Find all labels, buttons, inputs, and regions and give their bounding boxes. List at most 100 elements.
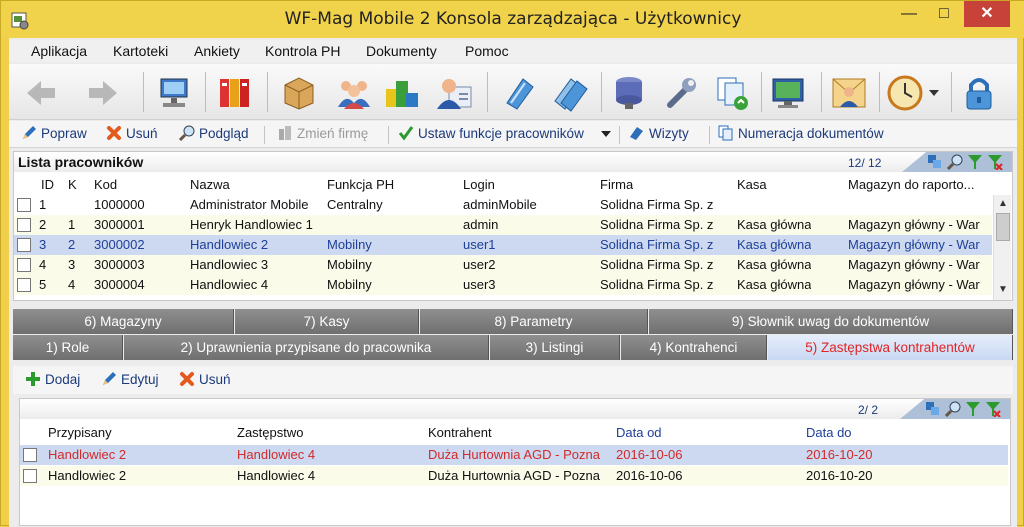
col-k[interactable]: K	[68, 177, 77, 192]
table-row[interactable]: 2 1 3000001 Henryk Handlowiec 1 admin So…	[14, 215, 992, 235]
add-button[interactable]: Dodaj	[25, 371, 80, 391]
cell-przypisany: Handlowiec 2	[48, 468, 127, 483]
title-bar[interactable]: WF-Mag Mobile 2 Konsola zarządzająca - U…	[1, 1, 1024, 38]
tab-listingi[interactable]: 3) Listingi	[490, 335, 620, 360]
filter-icon[interactable]	[965, 401, 981, 417]
col-login[interactable]: Login	[463, 177, 495, 192]
clear-filter-icon[interactable]	[985, 401, 1001, 418]
clock-icon[interactable]	[885, 73, 925, 113]
numbering-button[interactable]: Numeracja dokumentów	[718, 125, 884, 145]
filter-icon[interactable]	[967, 154, 983, 170]
tab-kasy[interactable]: 7) Kasy	[235, 309, 419, 334]
row-checkbox[interactable]	[17, 198, 31, 212]
refresh-icon[interactable]	[927, 154, 943, 170]
menu-aplikacja[interactable]: Aplikacja	[31, 43, 87, 59]
col-nazwa[interactable]: Nazwa	[190, 177, 230, 192]
row-checkbox[interactable]	[17, 258, 31, 272]
tab-kontrahenci[interactable]: 4) Kontrahenci	[621, 335, 767, 360]
delete-button[interactable]: Usuń	[179, 371, 231, 391]
close-button[interactable]: ✕	[964, 1, 1010, 27]
refresh-icon[interactable]	[925, 401, 941, 417]
menu-pomoc[interactable]: Pomoc	[465, 43, 509, 59]
blocks-icon[interactable]	[382, 73, 422, 113]
menu-kartoteki[interactable]: Kartoteki	[113, 43, 168, 59]
set-functions-button[interactable]: Ustaw funkcje pracowników	[398, 125, 584, 145]
cell-nazwa: Administrator Mobile	[190, 197, 309, 212]
scroll-down-icon[interactable]: ▼	[995, 282, 1011, 298]
table-row[interactable]: 1 1000000 Administrator Mobile Centralny…	[14, 195, 992, 215]
menu-ankiety[interactable]: Ankiety	[194, 43, 240, 59]
tab-uprawnienia[interactable]: 2) Uprawnienia przypisane do pracownika	[124, 335, 489, 360]
col-firma[interactable]: Firma	[600, 177, 633, 192]
monitor-icon[interactable]	[769, 73, 809, 113]
tab-role[interactable]: 1) Role	[13, 335, 123, 360]
documents-stack-icon[interactable]	[551, 73, 591, 113]
row-checkbox[interactable]	[23, 469, 37, 483]
back-arrow-icon[interactable]	[21, 73, 61, 113]
row-checkbox[interactable]	[23, 448, 37, 462]
chevron-down-icon[interactable]	[927, 73, 941, 113]
cell-login: adminMobile	[463, 197, 537, 212]
row-checkbox[interactable]	[17, 278, 31, 292]
group-people-icon[interactable]	[334, 73, 374, 113]
minimize-button[interactable]: —	[894, 1, 924, 27]
col-funkcja[interactable]: Funkcja PH	[327, 177, 394, 192]
search-icon[interactable]	[946, 154, 963, 171]
tab-zastepstwa[interactable]: 5) Zastępstwa kontrahentów	[768, 335, 1013, 360]
chevron-down-icon[interactable]	[600, 125, 612, 145]
action-separator	[388, 126, 389, 144]
user-card-icon[interactable]	[435, 73, 475, 113]
table-row-selected[interactable]: Handlowiec 2 Handlowiec 4 Duża Hurtownia…	[20, 445, 1008, 465]
scroll-thumb[interactable]	[996, 213, 1010, 241]
contact-card-icon[interactable]	[829, 73, 869, 113]
document-blue-icon[interactable]	[499, 73, 539, 113]
server-icon[interactable]	[609, 73, 649, 113]
cell-przypisany: Handlowiec 2	[48, 447, 127, 462]
maximize-button[interactable]: □	[929, 1, 959, 27]
visits-button[interactable]: Wizyty	[629, 125, 689, 145]
menu-kontrola-ph[interactable]: Kontrola PH	[265, 43, 340, 59]
edit-button[interactable]: Popraw	[21, 125, 87, 145]
row-checkbox[interactable]	[17, 218, 31, 232]
table-row-selected[interactable]: 3 2 3000002 Handlowiec 2 Mobilny user1 S…	[14, 235, 992, 255]
tab-parametry[interactable]: 8) Parametry	[420, 309, 648, 334]
computer-network-icon[interactable]	[155, 73, 195, 113]
cell-login: user3	[463, 277, 496, 292]
col-zastepstwo[interactable]: Zastępstwo	[237, 425, 303, 440]
cell-magazyn: Magazyn główny - War	[848, 237, 980, 252]
change-company-button[interactable]: Zmień firmę	[277, 125, 368, 145]
employees-grid-header: ID K Kod Nazwa Funkcja PH Login Firma Ka…	[14, 175, 992, 195]
tab-slownik-uwag[interactable]: 9) Słownik uwag do dokumentów	[649, 309, 1013, 334]
col-kasa[interactable]: Kasa	[737, 177, 767, 192]
tab-magazyny[interactable]: 6) Magazyny	[13, 309, 234, 334]
col-data-do[interactable]: Data do	[806, 425, 852, 440]
table-row[interactable]: 5 4 3000004 Handlowiec 4 Mobilny user3 S…	[14, 275, 992, 295]
forward-arrow-icon[interactable]	[83, 73, 123, 113]
copy-refresh-icon[interactable]	[713, 73, 753, 113]
scroll-up-icon[interactable]: ▲	[995, 196, 1011, 212]
col-id[interactable]: ID	[41, 177, 54, 192]
edit-button[interactable]: Edytuj	[101, 371, 159, 391]
table-row[interactable]: Handlowiec 2 Handlowiec 4 Duża Hurtownia…	[20, 466, 1008, 486]
menu-dokumenty[interactable]: Dokumenty	[366, 43, 437, 59]
col-kod[interactable]: Kod	[94, 177, 117, 192]
table-row[interactable]: 4 3 3000003 Handlowiec 3 Mobilny user2 S…	[14, 255, 992, 275]
search-icon[interactable]	[944, 401, 961, 418]
clear-filter-icon[interactable]	[987, 154, 1003, 171]
cell-id: 4	[39, 257, 47, 272]
books-icon[interactable]	[216, 73, 256, 113]
col-data-od[interactable]: Data od	[616, 425, 662, 440]
lock-icon[interactable]	[959, 73, 999, 113]
vertical-scrollbar[interactable]: ▲ ▼	[993, 195, 1011, 300]
col-przypisany[interactable]: Przypisany	[48, 425, 112, 440]
row-checkbox[interactable]	[17, 238, 31, 252]
col-kontrahent[interactable]: Kontrahent	[428, 425, 492, 440]
wrench-icon[interactable]	[662, 73, 702, 113]
col-magazyn[interactable]: Magazyn do raporto...	[848, 177, 988, 192]
edit-label: Edytuj	[121, 372, 159, 387]
preview-button[interactable]: Podgląd	[179, 125, 249, 145]
cell-firma: Solidna Firma Sp. z	[600, 257, 714, 272]
delete-button[interactable]: Usuń	[106, 125, 158, 145]
toolbar-separator	[205, 72, 206, 112]
package-icon[interactable]	[279, 73, 319, 113]
